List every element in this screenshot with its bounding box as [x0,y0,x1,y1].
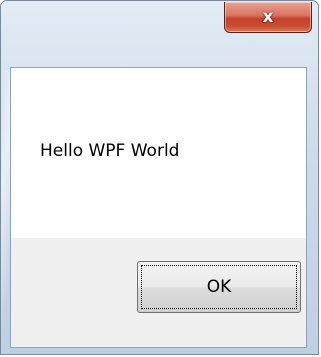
close-icon: x [262,6,274,27]
close-button[interactable]: x [224,2,312,33]
dialog-client-area: Hello WPF World OK [10,67,307,348]
title-bar[interactable]: x [1,1,318,51]
ok-button[interactable]: OK [137,261,301,313]
button-area: OK [11,238,306,347]
message-text: Hello WPF World [40,141,180,161]
ok-button-label: OK [206,277,232,297]
